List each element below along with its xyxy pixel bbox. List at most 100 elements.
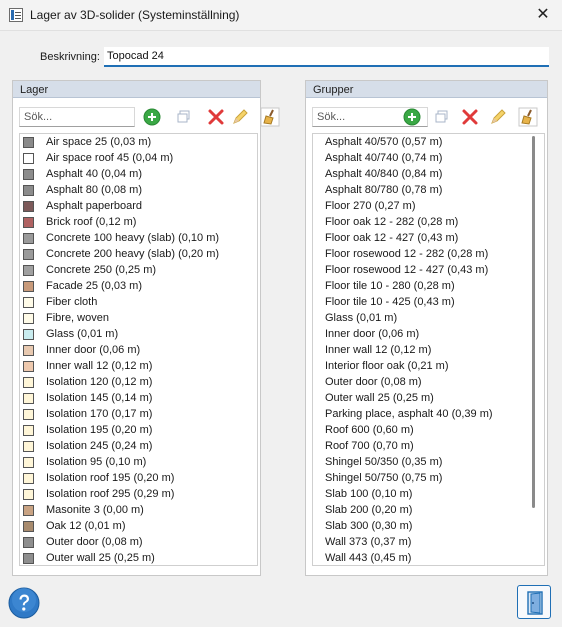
group-item-label: Asphalt 40/840 (0,84 m) — [325, 168, 443, 180]
help-button[interactable] — [8, 587, 40, 619]
layer-item-label: Oak 12 (0,01 m) — [46, 520, 126, 532]
layers-panel-header: Lager — [13, 81, 260, 98]
layer-item-label: Air space roof 45 (0,04 m) — [46, 152, 174, 164]
layers-list[interactable]: Air space 25 (0,03 m) Air space roof 45 (… — [19, 133, 258, 566]
group-item-label: Glass (0,01 m) — [325, 312, 398, 324]
groups-list[interactable]: Asphalt 40/570 (0,57 m) Asphalt 40/740 (0… — [312, 133, 545, 566]
layer-item-label: Outer door (0,08 m) — [46, 536, 143, 548]
groups-add-button[interactable] — [402, 107, 422, 127]
copy-icon — [177, 110, 190, 123]
clean-icon — [518, 107, 538, 127]
layers-delete-button[interactable] — [206, 107, 226, 127]
layer-color-swatch — [23, 297, 34, 308]
title-bar: Lager av 3D-solider (Systeminställning) … — [0, 0, 562, 31]
layer-item-label: Isolation roof 295 (0,29 m) — [46, 488, 175, 500]
layer-item-label: Concrete 200 heavy (slab) (0,20 m) — [46, 248, 220, 260]
layer-color-swatch — [23, 201, 34, 212]
description-label: Beskrivning: — [40, 51, 100, 63]
group-item-label: Asphalt 40/740 (0,74 m) — [325, 152, 443, 164]
group-item-label: Slab 100 (0,10 m) — [325, 488, 413, 500]
group-item-label: Shingel 50/350 (0,35 m) — [325, 456, 443, 468]
add-icon — [143, 108, 161, 126]
group-item-label: Wall 443 (0,45 m) — [325, 552, 412, 564]
group-item-label: Asphalt 80/780 (0,78 m) — [325, 184, 443, 196]
groups-panel: Grupper Asphalt 40/570 (0,57 m)Asphalt — [305, 80, 548, 576]
help-icon — [8, 587, 40, 619]
edit-icon — [233, 109, 248, 124]
layer-item-label: Glass (0,01 m) — [46, 328, 119, 340]
groups-panel-header: Grupper — [306, 81, 547, 98]
layer-item-label: Isolation roof 195 (0,20 m) — [46, 472, 175, 484]
group-item-label: Wall 373 (0,37 m) — [325, 536, 412, 548]
layer-item-label: Asphalt 40 (0,04 m) — [46, 168, 142, 180]
layer-color-swatch — [23, 521, 34, 532]
layer-item-label: Isolation 245 (0,24 m) — [46, 440, 153, 452]
layer-color-swatch — [23, 409, 34, 420]
layer-color-swatch — [23, 425, 34, 436]
group-item-label: Roof 600 (0,60 m) — [325, 424, 414, 436]
group-item-label: Outer door (0,08 m) — [325, 376, 422, 388]
layer-item-label: Masonite 3 (0,00 m) — [46, 504, 144, 516]
layers-add-button[interactable] — [142, 107, 162, 127]
layer-color-swatch — [23, 249, 34, 260]
layers-panel: Lager Air space 25 (0,03 m)Air space r — [12, 80, 280, 576]
layers-clean-button[interactable] — [260, 107, 280, 127]
group-item-label: Floor oak 12 - 427 (0,43 m) — [325, 232, 459, 244]
edit-icon — [491, 109, 506, 124]
group-item-label: Floor tile 10 - 425 (0,43 m) — [325, 296, 455, 308]
exit-button[interactable] — [517, 585, 551, 619]
layer-item-label: Asphalt paperboard — [46, 200, 143, 212]
group-item-label: Floor 270 (0,27 m) — [325, 200, 416, 212]
layer-item-label: Outer wall 25 (0,25 m) — [46, 552, 155, 564]
window-title: Lager av 3D-solider (Systeminställning) — [30, 8, 240, 22]
group-item-label: Shingel 50/750 (0,75 m) — [325, 472, 443, 484]
groups-scroll-thumb[interactable] — [532, 136, 535, 508]
layer-item-label: Isolation 95 (0,10 m) — [46, 456, 147, 468]
layer-item-label: Isolation 145 (0,14 m) — [46, 392, 153, 404]
groups-scrollbar[interactable] — [532, 136, 535, 563]
layer-color-swatch — [23, 137, 34, 148]
layer-color-swatch — [23, 265, 34, 276]
group-item-label: Floor tile 10 - 280 (0,28 m) — [325, 280, 455, 292]
layers-copy-button[interactable] — [174, 107, 194, 127]
groups-clean-button[interactable] — [518, 107, 538, 127]
description-input[interactable] — [104, 47, 549, 67]
groups-copy-button[interactable] — [432, 107, 452, 127]
layer-color-swatch — [23, 537, 34, 548]
app-icon — [9, 8, 23, 22]
layer-color-swatch — [23, 473, 34, 484]
layers-search-input[interactable] — [19, 107, 135, 127]
layer-color-swatch — [23, 217, 34, 228]
close-button[interactable]: ✕ — [528, 3, 558, 27]
group-item-label: Interior floor oak (0,21 m) — [325, 360, 449, 372]
layer-color-swatch — [23, 185, 34, 196]
layer-color-swatch — [23, 281, 34, 292]
delete-icon — [208, 109, 224, 125]
layer-color-swatch — [23, 329, 34, 340]
layer-item-label: Isolation 195 (0,20 m) — [46, 424, 153, 436]
layer-item-label: Asphalt 80 (0,08 m) — [46, 184, 142, 196]
group-item-label: Asphalt 40/570 (0,57 m) — [325, 136, 443, 148]
layer-color-swatch — [23, 505, 34, 516]
layer-color-swatch — [23, 345, 34, 356]
layer-item-label: Isolation 170 (0,17 m) — [46, 408, 153, 420]
layer-color-swatch — [23, 313, 34, 324]
group-item-label: Floor rosewood 12 - 282 (0,28 m) — [325, 248, 489, 260]
group-item-label: Slab 300 (0,30 m) — [325, 520, 413, 532]
layer-item-label: Facade 25 (0,03 m) — [46, 280, 142, 292]
layer-color-swatch — [23, 377, 34, 388]
groups-delete-button[interactable] — [460, 107, 480, 127]
layer-item-label: Isolation 120 (0,12 m) — [46, 376, 153, 388]
layer-color-swatch — [23, 457, 34, 468]
layer-item-label: Brick roof (0,12 m) — [46, 216, 137, 228]
layer-item-label: Inner door (0,06 m) — [46, 344, 141, 356]
group-item-label: Inner wall 12 (0,12 m) — [325, 344, 432, 356]
group-item-label: Outer wall 25 (0,25 m) — [325, 392, 434, 404]
layer-item-label: Concrete 250 (0,25 m) — [46, 264, 157, 276]
group-item-label: Roof 700 (0,70 m) — [325, 440, 414, 452]
layer-color-swatch — [23, 169, 34, 180]
groups-edit-button[interactable] — [488, 107, 508, 127]
layers-edit-button[interactable] — [230, 107, 250, 127]
exit-door-icon — [527, 591, 543, 615]
layer-color-swatch — [23, 393, 34, 404]
